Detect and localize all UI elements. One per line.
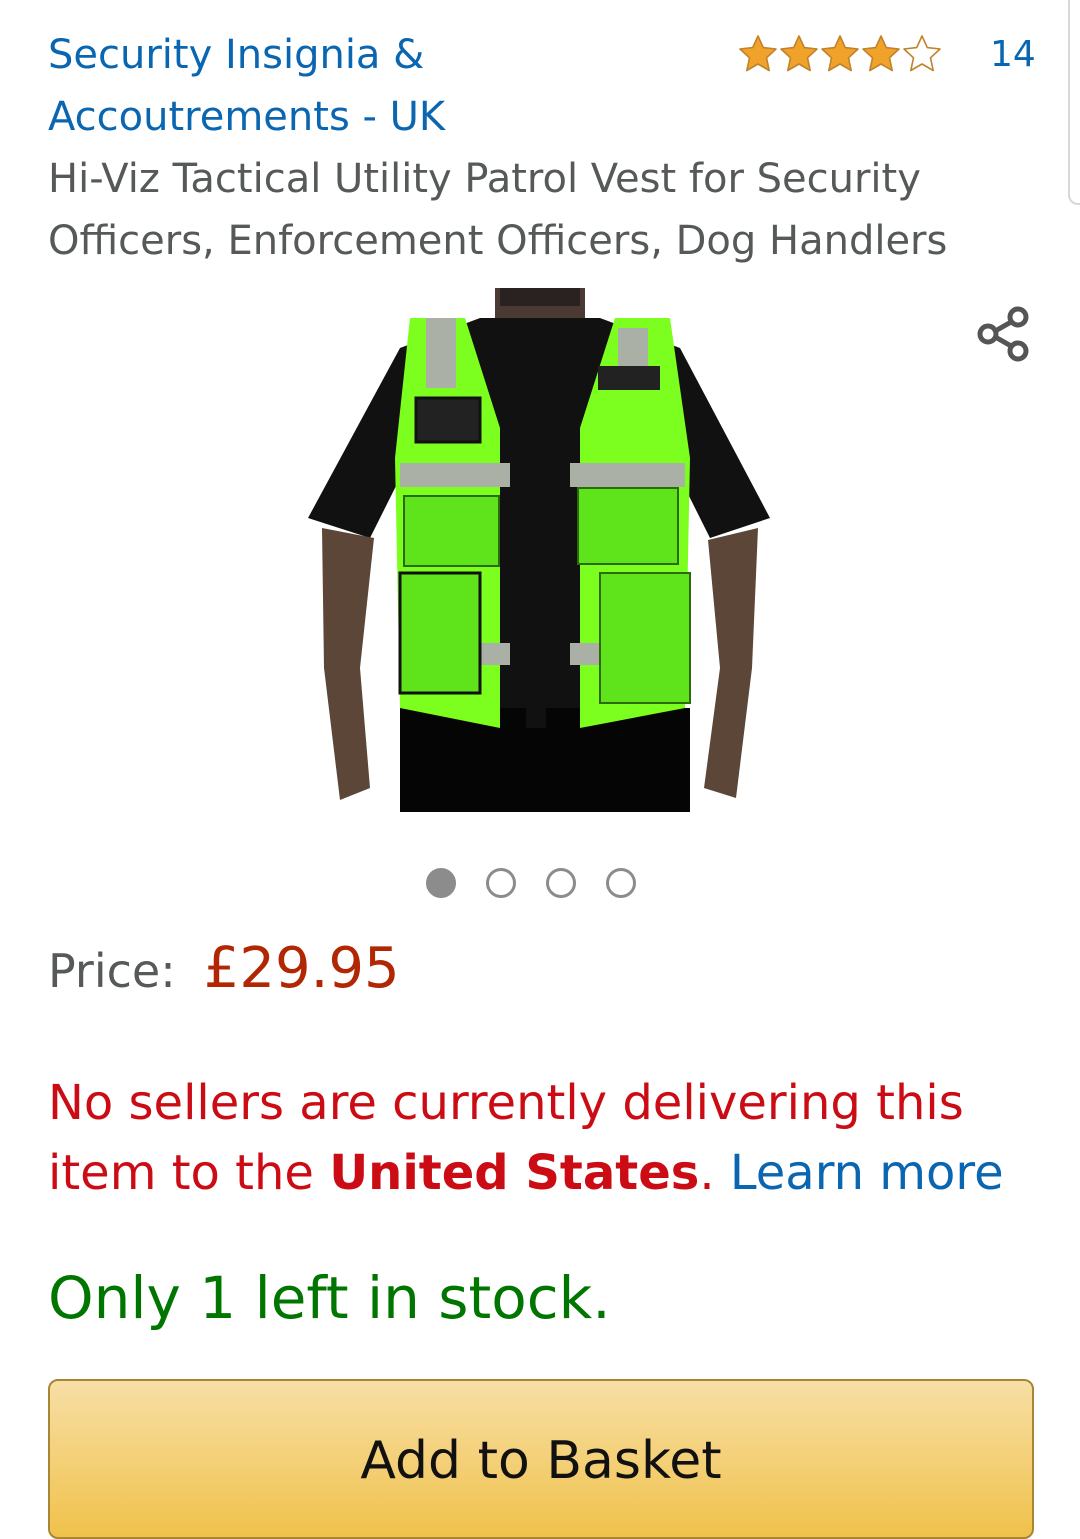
image-carousel-dots[interactable] [426, 868, 636, 898]
delivery-suffix: . [699, 1145, 730, 1201]
delivery-message: No sellers are currently delivering this… [48, 1068, 1028, 1208]
carousel-dot-4[interactable] [606, 868, 636, 898]
brand-link[interactable]: Security Insignia & Accoutrements - UK [48, 24, 668, 148]
star-rating[interactable] [738, 34, 942, 74]
scroll-edge [1068, 0, 1080, 205]
share-icon [977, 306, 1029, 362]
add-to-basket-button[interactable]: Add to Basket [48, 1379, 1034, 1539]
share-button[interactable] [974, 302, 1034, 366]
review-count-link[interactable]: 14 [990, 30, 1036, 80]
product-image[interactable] [300, 288, 780, 812]
stock-status: Only 1 left in stock. [48, 1264, 611, 1332]
price-value: £29.95 [203, 936, 400, 1001]
carousel-dot-3[interactable] [546, 868, 576, 898]
carousel-dot-2[interactable] [486, 868, 516, 898]
price-row: Price: £29.95 [48, 936, 400, 1001]
star-rating-icon [739, 35, 941, 72]
price-label: Price: [48, 944, 176, 998]
learn-more-link[interactable]: Learn more [730, 1145, 1004, 1201]
delivery-country: United States [329, 1145, 700, 1201]
carousel-dot-1[interactable] [426, 868, 456, 898]
product-title: Hi-Viz Tactical Utility Patrol Vest for … [48, 156, 948, 264]
